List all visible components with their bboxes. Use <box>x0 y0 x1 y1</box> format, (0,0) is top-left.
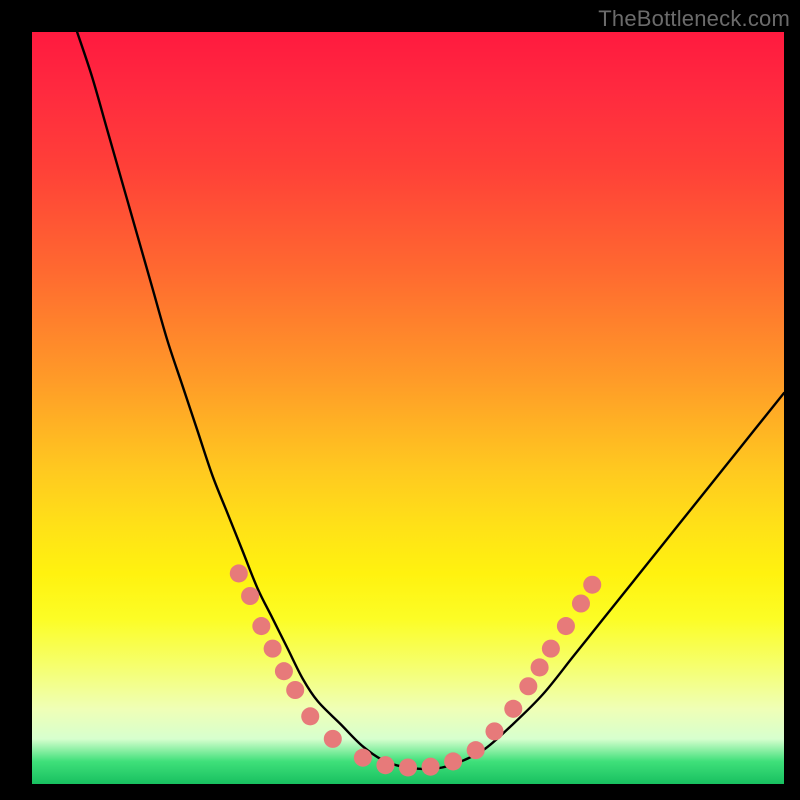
highlight-dot <box>583 576 601 594</box>
highlight-dot <box>324 730 342 748</box>
bottleneck-curve <box>77 32 784 769</box>
chart-frame: TheBottleneck.com <box>0 0 800 800</box>
curve-layer <box>32 32 784 784</box>
plot-area <box>32 32 784 784</box>
highlight-dot <box>264 640 282 658</box>
highlight-dot <box>376 756 394 774</box>
highlight-dot <box>399 758 417 776</box>
highlight-dot <box>531 658 549 676</box>
highlight-dots <box>230 564 601 776</box>
highlight-dot <box>275 662 293 680</box>
highlight-dot <box>557 617 575 635</box>
highlight-dot <box>572 595 590 613</box>
highlight-dot <box>467 741 485 759</box>
highlight-dot <box>422 758 440 776</box>
highlight-dot <box>286 681 304 699</box>
highlight-dot <box>241 587 259 605</box>
highlight-dot <box>519 677 537 695</box>
highlight-dot <box>504 700 522 718</box>
highlight-dot <box>301 707 319 725</box>
highlight-dot <box>252 617 270 635</box>
watermark-text: TheBottleneck.com <box>598 6 790 32</box>
highlight-dot <box>354 749 372 767</box>
highlight-dot <box>542 640 560 658</box>
highlight-dot <box>444 752 462 770</box>
highlight-dot <box>230 564 248 582</box>
highlight-dot <box>485 722 503 740</box>
